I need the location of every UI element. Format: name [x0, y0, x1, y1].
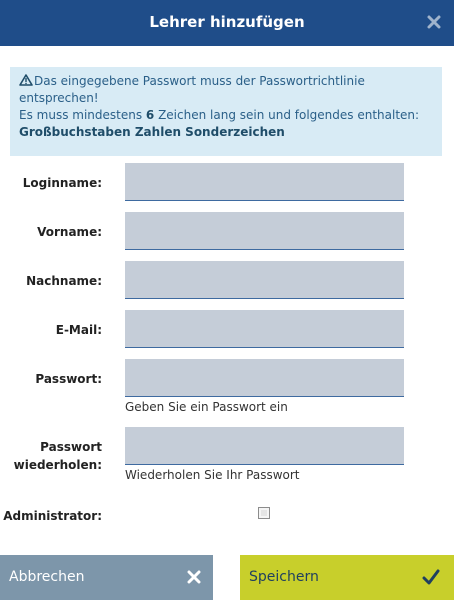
dialog-title: Lehrer hinzufügen	[149, 13, 305, 31]
alert-min-chars: 6	[145, 108, 155, 122]
password-label: Passwort:	[35, 372, 102, 386]
save-button-label: Speichern	[249, 569, 319, 585]
email-input[interactable]	[125, 310, 404, 348]
x-icon	[187, 570, 201, 584]
dialog-titlebar: Lehrer hinzufügen	[0, 0, 454, 46]
close-icon[interactable]	[426, 14, 442, 30]
email-label: E-Mail:	[55, 323, 102, 337]
login-label: Loginname:	[22, 176, 102, 190]
firstname-input[interactable]	[125, 212, 404, 250]
alert-line2-prefix: Es muss mindestens	[19, 108, 146, 122]
repeat-password-hint: Wiederholen Sie Ihr Passwort	[125, 468, 300, 482]
alert-line2-suffix: Zeichen lang sein und folgendes enthalte…	[154, 108, 420, 122]
firstname-label: Vorname:	[37, 225, 102, 239]
repeat-password-label-line1: Passwort	[40, 440, 102, 454]
password-policy-alert: Das eingegebene Passwort muss der Passwo…	[10, 67, 442, 156]
checkmark-icon	[422, 569, 440, 585]
password-hint: Geben Sie ein Passwort ein	[125, 400, 288, 414]
repeat-password-label-line2: wiederholen:	[13, 458, 102, 472]
repeat-password-input[interactable]	[125, 427, 404, 465]
lastname-label: Nachname:	[26, 274, 102, 288]
administrator-label: Administrator:	[3, 509, 102, 523]
alert-line1: Das eingegebene Passwort muss der Passwo…	[19, 74, 365, 105]
alert-requirements: Großbuchstaben Zahlen Sonderzeichen	[19, 125, 285, 139]
administrator-checkbox[interactable]	[258, 507, 270, 519]
login-input[interactable]	[125, 163, 404, 201]
save-button[interactable]: Speichern	[240, 555, 454, 600]
checkbox-inner	[261, 510, 267, 516]
lastname-input[interactable]	[125, 261, 404, 299]
password-input[interactable]	[125, 359, 404, 397]
cancel-button[interactable]: Abbrechen	[0, 555, 213, 600]
cancel-button-label: Abbrechen	[9, 569, 85, 585]
warning-triangle-icon	[19, 74, 33, 86]
